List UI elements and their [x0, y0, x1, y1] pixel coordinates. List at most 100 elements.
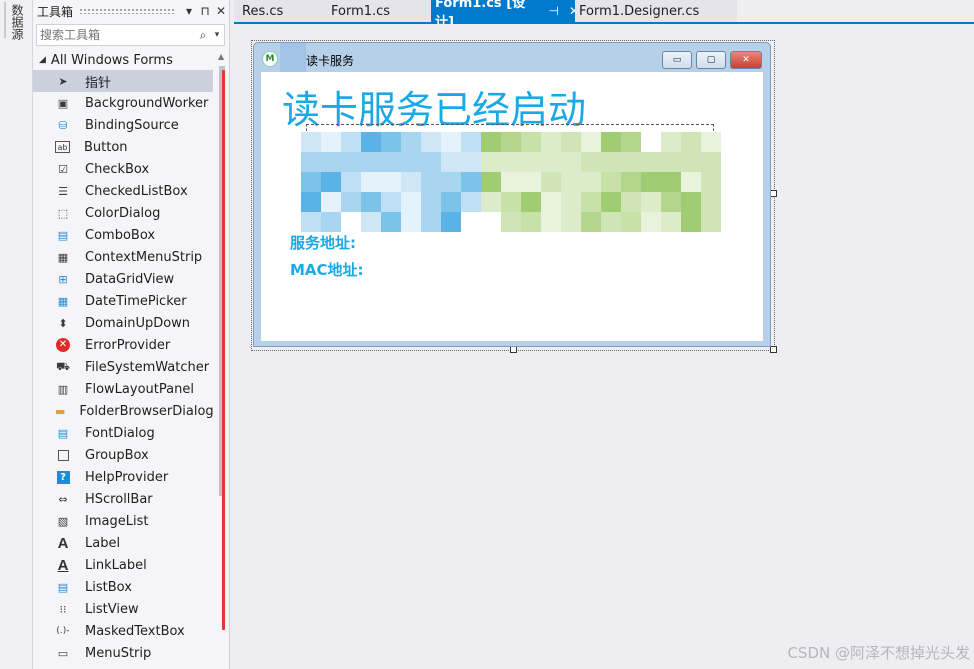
toolbox-item[interactable]: ➤ 指针 — [33, 70, 213, 92]
mosaic-cell — [421, 212, 441, 232]
resize-handle-bottom[interactable] — [510, 346, 517, 353]
toolbox-category-all-windows-forms[interactable]: ◢ All Windows Forms — [33, 50, 229, 70]
tab-label: Form1.cs — [331, 3, 391, 19]
datetimepicker-icon: ▦ — [57, 294, 69, 308]
mosaic-cell — [521, 152, 541, 172]
tab-form1-cs[interactable]: Form1.cs — [323, 0, 439, 22]
toolbox-item[interactable]: ✕ ErrorProvider — [33, 334, 213, 356]
toolbox-item[interactable]: ⬍ DomainUpDown — [33, 312, 213, 334]
mosaic-cell — [541, 152, 561, 172]
red-annotation-line — [222, 70, 225, 630]
toolbox-title: 工具箱 — [37, 4, 74, 19]
toolbox-item[interactable]: ▥ FlowLayoutPanel — [33, 378, 213, 400]
toolbox-item[interactable]: ▬ FolderBrowserDialog — [33, 400, 214, 422]
mosaic-cell — [421, 172, 441, 192]
collapse-triangle-icon[interactable]: ◢ — [39, 55, 46, 65]
scroll-up-arrow-icon[interactable]: ▲ — [218, 52, 224, 61]
toolbox-item[interactable]: (.)- MaskedTextBox — [33, 620, 213, 642]
mosaic-cell — [361, 132, 381, 152]
resize-handle-corner[interactable] — [770, 346, 777, 353]
toolbox-item[interactable]: ☑ CheckBox — [33, 158, 213, 180]
mosaic-cell — [301, 152, 321, 172]
mosaic-cell — [461, 192, 481, 212]
toolbox-pin-button[interactable]: ⊓ — [197, 4, 213, 18]
button-icon: ab — [55, 141, 70, 153]
tab-form1-designer-cs[interactable]: Form1.Designer.cs — [575, 0, 737, 22]
data-sources-tab[interactable]: 数据源 — [9, 4, 26, 40]
toolbox-item[interactable]: ▤ ComboBox — [33, 224, 213, 246]
mosaic-cell — [341, 152, 361, 172]
toolbox-close-button[interactable]: ✕ — [213, 4, 229, 18]
toolbox-item[interactable]: GroupBox — [33, 444, 213, 466]
mosaic-cell — [541, 172, 561, 192]
mosaic-cell — [581, 192, 601, 212]
data-sources-strip[interactable]: 数据源 — [0, 0, 33, 669]
domain-updown-icon: ⬍ — [58, 316, 68, 330]
toolbox-item[interactable]: ▧ ImageList — [33, 510, 213, 532]
mosaic-cell — [681, 152, 701, 172]
mosaic-cell — [461, 152, 481, 172]
masked-textbox-icon: (.)- — [56, 626, 70, 636]
mosaic-cell — [581, 172, 601, 192]
toolbox-item[interactable]: ▣ BackgroundWorker — [33, 92, 213, 114]
mosaic-cell — [641, 172, 661, 192]
toolbox-item[interactable]: ⬚ ColorDialog — [33, 202, 213, 224]
toolbox-item[interactable]: ▦ ContextMenuStrip — [33, 246, 213, 268]
combobox-icon: ▤ — [57, 228, 69, 242]
maximize-button[interactable]: ▢ — [696, 51, 726, 69]
mosaic-cell — [441, 132, 461, 152]
toolbox-item-label: ColorDialog — [85, 205, 161, 221]
mosaic-cell — [521, 172, 541, 192]
toolbox-item-list: ➤ 指针 ▣ BackgroundWorker ⛁ BindingSource ab B… — [33, 70, 214, 664]
designer-surface[interactable]: M 读卡服务 ▭ ▢ ✕ 读卡服务已经启动 服务地址: MAC地址: — [234, 24, 974, 669]
toolbox-item[interactable]: A LinkLabel — [33, 554, 213, 576]
mosaic-cell — [561, 152, 581, 172]
mosaic-cell — [481, 172, 501, 192]
mosaic-cell — [581, 132, 601, 152]
mosaic-cell — [701, 212, 721, 232]
toolbox-item[interactable]: ab Button — [33, 136, 213, 158]
toolbox-item[interactable]: ▭ MenuStrip — [33, 642, 213, 664]
toolbox-item-label: MenuStrip — [85, 645, 152, 661]
toolbox-item[interactable]: ▤ ListBox — [33, 576, 213, 598]
toolbox-dropdown-button[interactable]: ▾ — [181, 4, 197, 18]
mosaic-cell — [641, 212, 661, 232]
mosaic-cell — [581, 212, 601, 232]
toolbox-item[interactable]: ▦ DateTimePicker — [33, 290, 213, 312]
toolbox-item[interactable]: ⊞ DataGridView — [33, 268, 213, 290]
toolbox-drag-grip[interactable] — [79, 8, 175, 14]
tab-pin-icon[interactable]: ⊣ — [548, 4, 558, 18]
search-icon[interactable]: ⌕ — [196, 28, 210, 43]
toolbox-item[interactable]: ⛁ BindingSource — [33, 114, 213, 136]
listview-icon: ⁝⁝ — [59, 602, 67, 616]
toolbox-item[interactable]: ▤ FontDialog — [33, 422, 213, 444]
imagelist-icon: ▧ — [57, 514, 69, 528]
toolbox-item[interactable]: ☰ CheckedListBox — [33, 180, 213, 202]
filesystem-watcher-icon: ⛟ — [56, 359, 70, 373]
toolbox-search-box[interactable]: ⌕ ▾ — [36, 24, 225, 46]
mosaic-cell — [701, 172, 721, 192]
document-tab-bar: Res.cs Form1.cs Form1.cs [设计] ⊣ ✕ Form1.… — [234, 0, 974, 30]
toolbox-item[interactable]: ⇔ HScrollBar — [33, 488, 213, 510]
form-window[interactable]: M 读卡服务 ▭ ▢ ✕ 读卡服务已经启动 服务地址: MAC地址: — [253, 42, 771, 347]
toolbox-item[interactable]: ? HelpProvider — [33, 466, 213, 488]
toolbox-item[interactable]: ⁝⁝ ListView — [33, 598, 213, 620]
toolbox-item-label: ErrorProvider — [85, 337, 171, 353]
mosaic-cell — [301, 172, 321, 192]
resize-handle-right[interactable] — [770, 190, 777, 197]
search-dropdown-icon[interactable]: ▾ — [210, 30, 224, 40]
toolbox-search-input[interactable] — [37, 27, 196, 43]
binding-source-icon: ⛁ — [58, 118, 68, 132]
toolbox-item[interactable]: ⛟ FileSystemWatcher — [33, 356, 213, 378]
toolbox-item-label: MaskedTextBox — [85, 623, 185, 639]
toolbox-item-label: HelpProvider — [85, 469, 169, 485]
toolbox-item-label: FontDialog — [85, 425, 155, 441]
mosaic-cell — [641, 152, 661, 172]
toolbox-item[interactable]: A Label — [33, 532, 213, 554]
tab-res-cs[interactable]: Res.cs — [234, 0, 330, 22]
minimize-button[interactable]: ▭ — [662, 51, 692, 69]
toolbox-item-label: FlowLayoutPanel — [85, 381, 194, 397]
tab-form1-design[interactable]: Form1.cs [设计] ⊣ ✕ — [431, 0, 579, 30]
close-button[interactable]: ✕ — [730, 51, 762, 69]
mosaic-cell — [481, 192, 501, 212]
